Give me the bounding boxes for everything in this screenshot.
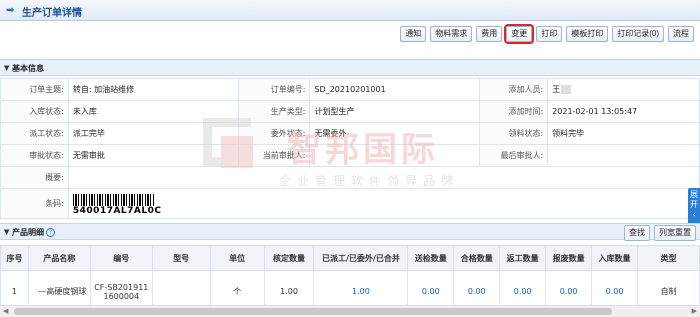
product-table: 序号 产品名称 编号 型号 单位 核定数量 已派工/已委外/已合并 送检数量 合…: [0, 245, 700, 313]
title-bar: ➡ 生产订单详情: [0, 0, 700, 21]
cost-button[interactable]: 费用: [476, 26, 503, 42]
order-number-value: SD_20210201001: [309, 78, 481, 101]
col-header[interactable]: 核定数量: [263, 245, 315, 271]
col-header[interactable]: 送检数量: [407, 245, 455, 271]
blurred-name: [561, 85, 572, 94]
col-header[interactable]: 类型: [637, 245, 700, 271]
warehouse-status-label: 入库状态:: [0, 100, 69, 123]
info-row: 审批状态: 无需审批 当前审批人: 最后审批人:: [0, 144, 700, 167]
collapse-triangle-icon[interactable]: ▼: [4, 64, 9, 72]
barcode-text: 540017AL7AL0C: [72, 205, 162, 216]
last-approver-value: [547, 144, 700, 167]
creator-name: 王: [552, 85, 561, 94]
picking-status-value: 领料完毕: [547, 122, 700, 145]
page-title: 生产订单详情: [22, 8, 82, 19]
print-button[interactable]: 打印: [536, 26, 563, 42]
current-approver-label: 当前审批人:: [237, 144, 311, 167]
col-header[interactable]: 合格数量: [453, 245, 501, 271]
info-row: 派工状态: 派工完毕 委外状态: 无需委外 领料状态: 领料完毕: [0, 122, 700, 145]
info-row: 订单主题: 转自: 加油站维修 订单编号: SD_20210201001 添加人…: [0, 78, 700, 101]
scrollbar-thumb[interactable]: [14, 308, 612, 315]
order-number-label: 订单编号:: [237, 78, 311, 101]
find-button[interactable]: 查找: [624, 225, 650, 241]
workflow-button[interactable]: 流程: [668, 26, 694, 42]
reset-column-width-button[interactable]: 列宽重置: [654, 225, 696, 241]
col-header[interactable]: 单位: [209, 245, 265, 271]
dispatch-status-value: 派工完毕: [67, 122, 239, 145]
product-detail-title: 产品明细: [12, 228, 44, 237]
col-header[interactable]: 返工数量: [499, 245, 547, 271]
approval-status-label: 审批状态:: [0, 144, 69, 167]
table-tools: 查找 列宽重置: [624, 225, 696, 241]
toolbar: 通知 物料需求 费用 变更 打印 模板打印 打印记录(0) 流程: [400, 24, 694, 44]
collapse-triangle-icon[interactable]: ▼: [4, 228, 9, 236]
barcode-cell: 540017AL7AL0C: [67, 188, 700, 219]
outsourcing-status-label: 委外状态:: [237, 122, 311, 145]
picking-status-label: 领料状态:: [479, 122, 549, 145]
col-header[interactable]: 已派工/已委外/已合并: [313, 245, 409, 271]
outsourcing-status-value: 无需委外: [309, 122, 481, 145]
barcode: 540017AL7AL0C: [72, 193, 162, 216]
order-subject-label: 订单主题:: [0, 78, 69, 101]
summary-value: [67, 166, 700, 189]
help-icon[interactable]: ?: [46, 228, 55, 237]
info-row: 概要:: [0, 166, 700, 189]
info-row: 入库状态: 未入库 生产类型: 计划型生产 添加时间: 2021-02-01 1…: [0, 100, 700, 123]
basic-info-title: 基本信息: [12, 64, 44, 73]
col-header[interactable]: 型号: [151, 245, 211, 271]
summary-label: 概要:: [0, 166, 69, 189]
material-demand-button[interactable]: 物料需求: [430, 26, 473, 42]
chevron-left-icon: ‹: [692, 210, 696, 219]
print-record-button[interactable]: 打印记录(0): [612, 26, 664, 42]
scroll-left-icon[interactable]: ◀: [3, 307, 8, 315]
change-button[interactable]: 变更: [504, 24, 535, 44]
last-approver-label: 最后审批人:: [479, 144, 549, 167]
col-header[interactable]: 入库数量: [591, 245, 639, 271]
col-header[interactable]: 序号: [0, 245, 29, 271]
col-header[interactable]: 报废数量: [545, 245, 593, 271]
current-approver-value: [309, 144, 481, 167]
basic-info-table: 订单主题: 转自: 加油站维修 订单编号: SD_20210201001 添加人…: [0, 78, 700, 219]
production-type-value: 计划型生产: [309, 100, 481, 123]
scroll-right-icon[interactable]: ▶: [692, 307, 697, 315]
order-subject-value: 转自: 加油站维修: [67, 78, 239, 101]
info-row: 条码: 540017AL7AL0C: [0, 188, 700, 219]
created-time-value: 2021-02-01 13:05:47: [547, 100, 700, 123]
col-header[interactable]: 编号: [89, 245, 153, 271]
warehouse-status-value: 未入库: [67, 100, 239, 123]
side-expand-label: 展开: [690, 190, 698, 209]
table-header-row: 序号 产品名称 编号 型号 单位 核定数量 已派工/已委外/已合并 送检数量 合…: [0, 245, 700, 271]
production-type-label: 生产类型:: [237, 100, 311, 123]
template-print-button[interactable]: 模板打印: [566, 26, 609, 42]
product-detail-header[interactable]: ▼ 产品明细 ?: [0, 223, 700, 240]
col-header[interactable]: 产品名称: [27, 245, 91, 271]
creator-label: 添加人员:: [479, 78, 549, 101]
creator-value: 王: [547, 78, 700, 101]
barcode-bars: [72, 193, 155, 206]
approval-status-value: 无需审批: [67, 144, 239, 167]
created-time-label: 添加时间:: [479, 100, 549, 123]
barcode-label: 条码:: [0, 188, 69, 219]
arrow-right-icon: ➡: [6, 5, 15, 16]
dispatch-status-label: 派工状态:: [0, 122, 69, 145]
notify-button[interactable]: 通知: [400, 26, 427, 42]
basic-info-header[interactable]: ▼ 基本信息: [0, 59, 700, 76]
horizontal-scrollbar[interactable]: ◀ ▶: [0, 305, 700, 317]
side-expand-tab[interactable]: 展开 ‹: [688, 188, 700, 228]
